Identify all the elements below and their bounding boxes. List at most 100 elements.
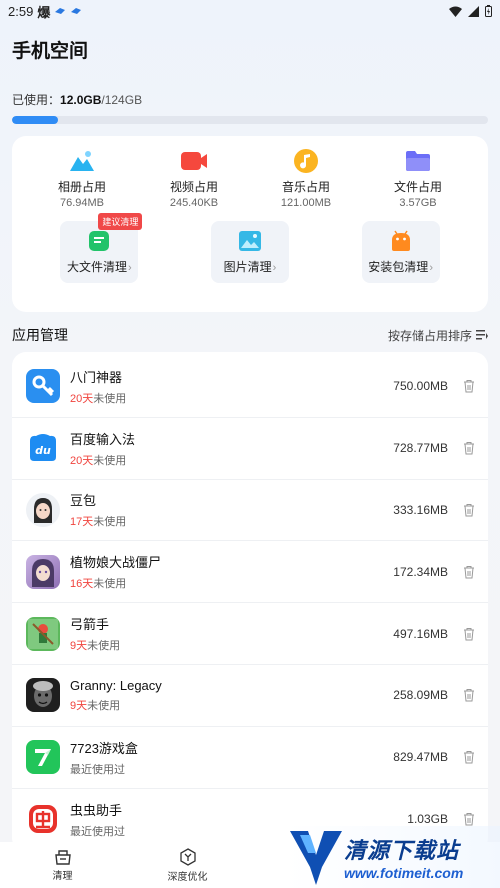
app-name: Granny: Legacy	[70, 677, 162, 693]
nav-deep-optimize[interactable]: 深度优化	[125, 842, 250, 888]
app-size: 333.16MB	[393, 502, 448, 517]
bamen-icon	[26, 369, 60, 404]
app-last-used: 9天未使用	[70, 637, 393, 653]
trash-icon[interactable]	[462, 688, 476, 702]
notification-icon	[55, 8, 66, 14]
app-last-used: 最近使用过	[70, 761, 393, 777]
status-bar: 2:59 爆	[0, 0, 500, 22]
app-name: 植物娘大战僵尸	[70, 555, 162, 571]
page-title: 手机空间	[12, 41, 89, 62]
app-size: 728.77MB	[393, 441, 448, 456]
used-label: 已使用：	[12, 93, 61, 107]
used-value: 12.0GB	[60, 93, 102, 107]
app-size: 258.09MB	[393, 688, 448, 703]
app-name: 豆包	[70, 493, 97, 509]
app-last-used: 20天未使用	[70, 452, 393, 468]
app-row[interactable]: 植物娘大战僵尸 16天未使用 172.34MB	[12, 541, 488, 604]
app-row[interactable]: Granny: Legacy 9天未使用 258.09MB	[12, 665, 488, 727]
app-last-used: 9天未使用	[70, 697, 393, 713]
trash-icon[interactable]	[462, 750, 476, 764]
category-files[interactable]: 文件占用 3.57GB	[373, 148, 463, 209]
app-last-used: 20天未使用	[70, 390, 393, 406]
unused-days: 17天	[70, 516, 94, 529]
category-name: 文件占用	[393, 180, 442, 194]
app-row[interactable]: 豆包 17天未使用 333.16MB	[12, 480, 488, 542]
app-row[interactable]: 弓箭手 9天未使用 497.16MB	[12, 603, 488, 665]
sort-icon	[476, 330, 488, 340]
app-name: 百度输入法	[70, 431, 136, 447]
unused-days: 9天	[70, 640, 88, 653]
image-clean-label: 图片清理	[223, 259, 272, 274]
app-size: 750.00MB	[393, 379, 448, 394]
app-name: 八门神器	[70, 369, 123, 385]
chevron-right-icon: ›	[128, 261, 132, 274]
archer-icon	[26, 616, 60, 651]
unused-days: 20天	[70, 392, 94, 405]
app-size: 497.16MB	[393, 626, 448, 641]
app-last-used: 17天未使用	[70, 513, 393, 529]
photo-icon	[67, 148, 97, 174]
large-file-icon	[89, 230, 110, 251]
watermark-title: 清源下载站	[344, 838, 460, 863]
svg-text:du: du	[35, 444, 51, 457]
nav-clean[interactable]: 清理	[0, 842, 125, 888]
plant-girl-icon	[26, 554, 60, 589]
chevron-right-icon: ›	[272, 261, 277, 274]
notification-icon	[71, 8, 82, 14]
trash-icon[interactable]	[462, 503, 476, 517]
app-last-used: 16天未使用	[70, 575, 393, 591]
trash-icon[interactable]	[462, 565, 476, 579]
app-size: 829.47MB	[393, 750, 448, 765]
app-management-header: 应用管理 按存储占用排序	[0, 324, 500, 346]
status-time: 2:59	[8, 3, 34, 19]
watermark: 清源下载站 www.fotimeit.com	[286, 826, 500, 888]
video-icon	[179, 148, 209, 174]
app-row[interactable]: du 百度输入法 20天未使用 728.77MB	[12, 418, 488, 480]
package-clean-button[interactable]: 安装包清理›	[361, 221, 440, 283]
sort-button[interactable]: 按存储占用排序	[388, 327, 488, 344]
storage-progress-bar	[12, 116, 488, 124]
storage-progress-fill	[12, 116, 59, 124]
usage-suffix: 未使用	[87, 640, 121, 653]
storage-category-card: 相册占用 76.94MB 视频占用 245.40KB 音乐占用 121.00MB…	[12, 136, 488, 312]
image-clean-button[interactable]: 图片清理›	[210, 221, 289, 283]
app-row[interactable]: 7723游戏盒 最近使用过 829.47MB	[12, 727, 488, 789]
status-extra: 爆	[37, 4, 51, 20]
trash-icon[interactable]	[462, 441, 476, 455]
music-icon	[291, 148, 321, 174]
usage-suffix: 未使用	[93, 454, 127, 467]
category-music[interactable]: 音乐占用 121.00MB	[261, 148, 351, 209]
battery-icon	[485, 5, 492, 17]
usage-suffix: 未使用	[93, 516, 127, 529]
total-value: /124GB	[101, 93, 143, 107]
watermark-logo-icon	[290, 831, 342, 885]
app-name: 虫虫助手	[70, 802, 123, 818]
unused-days: 9天	[70, 699, 88, 712]
app-row[interactable]: 八门神器 20天未使用 750.00MB	[12, 356, 488, 418]
category-size: 121.00MB	[280, 197, 332, 209]
watermark-url: www.fotimeit.com	[344, 865, 464, 881]
category-videos[interactable]: 视频占用 245.40KB	[149, 148, 239, 209]
baidu-input-icon: du	[26, 431, 60, 466]
app-name: 7723游戏盒	[70, 740, 138, 756]
7723-icon	[26, 740, 60, 775]
trash-icon[interactable]	[462, 379, 476, 393]
suggest-clean-badge: 建议清理	[98, 213, 143, 230]
doubao-icon	[26, 492, 60, 527]
category-name: 视频占用	[169, 180, 218, 194]
android-package-icon	[391, 230, 410, 251]
image-clean-icon	[238, 230, 261, 251]
large-file-clean-label: 大文件清理	[66, 259, 127, 274]
trash-icon[interactable]	[462, 627, 476, 641]
sort-label: 按存储占用排序	[387, 328, 472, 343]
package-clean-label: 安装包清理	[368, 259, 429, 274]
category-name: 音乐占用	[281, 180, 330, 194]
storage-usage-text: 已使用：12.0GB/124GB	[12, 91, 488, 108]
large-file-clean-button[interactable]: 建议清理 大文件清理›	[60, 213, 143, 283]
app-name: 弓箭手	[70, 617, 110, 633]
trash-icon[interactable]	[462, 812, 476, 826]
usage-suffix: 未使用	[87, 699, 121, 712]
usage-suffix: 最近使用过	[70, 825, 125, 838]
clean-icon	[54, 849, 71, 865]
category-photos[interactable]: 相册占用 76.94MB	[37, 148, 127, 209]
